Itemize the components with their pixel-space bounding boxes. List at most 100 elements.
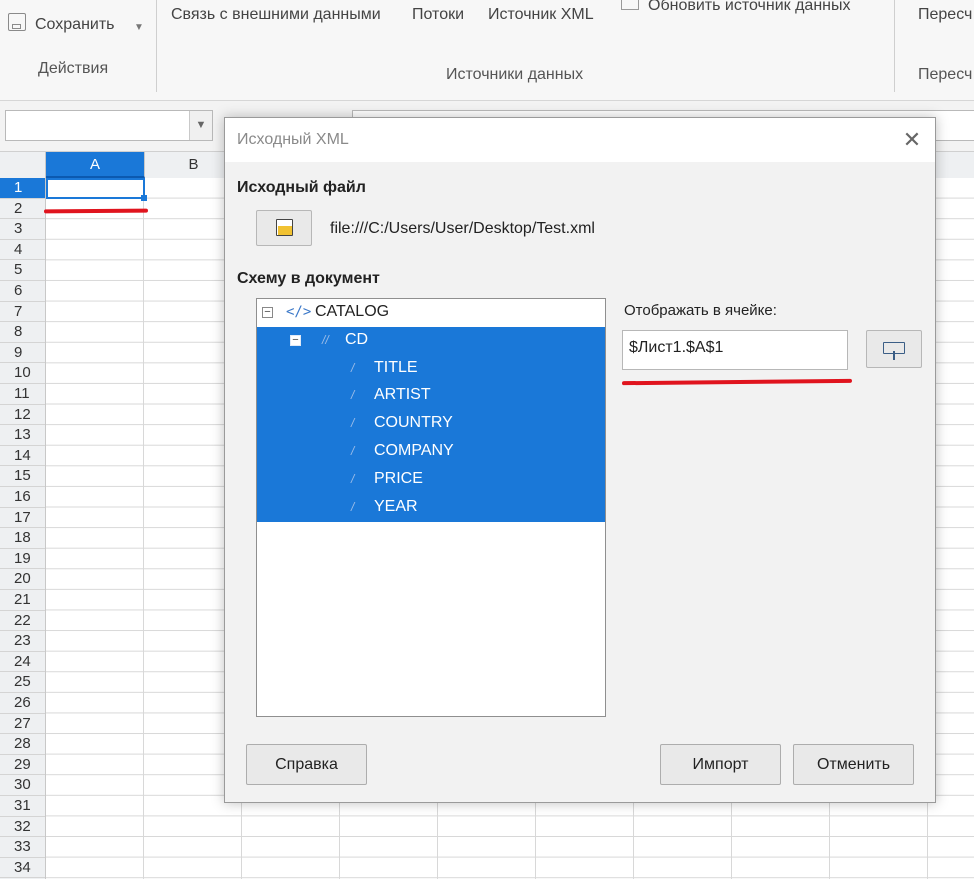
annotation-underline: [43, 208, 149, 214]
tree-node[interactable]: / PRICE: [257, 465, 605, 494]
row-header-column: 1 2 3 4 5 6 7 8 9 10 11 12 13 14 15 16 17 18 19 20 21 22 23 24 2…: [0, 178, 46, 879]
cancel-button[interactable]: Отменить: [793, 744, 914, 785]
selected-cell[interactable]: [46, 178, 145, 199]
chevron-down-icon[interactable]: ▼: [189, 111, 212, 140]
shrink-dialog-button[interactable]: [866, 330, 922, 368]
row-header[interactable]: 20: [0, 569, 45, 590]
save-icon[interactable]: [8, 13, 26, 31]
import-button[interactable]: Импорт: [660, 744, 781, 785]
row-header[interactable]: 8: [0, 322, 45, 343]
row-header[interactable]: 17: [0, 508, 45, 529]
tree-node-label: COMPANY: [374, 442, 454, 459]
row-header[interactable]: 1: [0, 178, 45, 199]
recalculate-group-label: Пересч: [918, 66, 973, 83]
tree-node[interactable]: − // CD: [257, 326, 605, 355]
row-header[interactable]: 5: [0, 260, 45, 281]
name-box[interactable]: ▼: [5, 110, 213, 141]
row-header[interactable]: 19: [0, 549, 45, 570]
row-header[interactable]: 3: [0, 219, 45, 240]
collapse-icon[interactable]: −: [290, 334, 301, 346]
close-button[interactable]: ✕: [889, 118, 935, 162]
select-all-corner[interactable]: [0, 152, 46, 178]
collapse-icon[interactable]: −: [262, 307, 273, 318]
column-header-a[interactable]: A: [46, 152, 145, 178]
schema-heading: Схему в документ: [237, 270, 380, 287]
row-header[interactable]: 29: [0, 755, 45, 776]
row-header[interactable]: 27: [0, 714, 45, 735]
tree-node-label: CD: [345, 330, 369, 348]
tree-node-label: TITLE: [374, 358, 418, 376]
map-to-cell-label: Отображать в ячейке:: [624, 302, 777, 319]
chevron-down-icon[interactable]: ▼: [134, 22, 144, 33]
source-file-heading: Исходный файл: [237, 179, 366, 196]
attribute-icon: /: [351, 388, 355, 403]
refresh-data-source-icon[interactable]: [621, 0, 639, 10]
tree-node-label: COUNTRY: [374, 414, 453, 432]
attribute-icon: /: [351, 471, 355, 486]
fill-handle[interactable]: [141, 195, 147, 201]
row-header[interactable]: 18: [0, 528, 45, 549]
xml-source-dialog: Исходный XML ✕ Исходный файл file:///C:/…: [224, 117, 936, 803]
source-file-path: file:///C:/Users/User/Desktop/Test.xml: [330, 220, 595, 237]
row-header[interactable]: 22: [0, 611, 45, 632]
row-header[interactable]: 13: [0, 425, 45, 446]
tree-node-label: PRICE: [374, 469, 423, 487]
streams-button[interactable]: Потоки: [412, 6, 464, 24]
shrink-icon: [883, 342, 905, 360]
row-header[interactable]: 9: [0, 343, 45, 364]
data-sources-group-label: Источники данных: [446, 66, 584, 83]
tree-node[interactable]: / YEAR: [257, 493, 605, 522]
row-header[interactable]: 31: [0, 796, 45, 817]
annotation-underline: [621, 378, 853, 386]
row-header[interactable]: 33: [0, 837, 45, 858]
browse-file-button[interactable]: [256, 210, 312, 246]
row-header[interactable]: 15: [0, 466, 45, 487]
attribute-icon: /: [351, 444, 355, 458]
row-header[interactable]: 30: [0, 775, 45, 796]
repeat-element-icon: //: [322, 332, 329, 347]
xml-source-button[interactable]: Источник XML: [488, 6, 594, 24]
row-header[interactable]: 34: [0, 858, 45, 879]
row-header[interactable]: 23: [0, 631, 45, 652]
tree-node-label: YEAR: [374, 497, 418, 515]
row-header[interactable]: 4: [0, 240, 45, 261]
attribute-icon: /: [351, 360, 355, 375]
ribbon-separator: [894, 0, 895, 92]
row-header[interactable]: 12: [0, 405, 45, 426]
ribbon: Сохранить ▼ Действия Связь с внешними да…: [0, 0, 974, 101]
row-header[interactable]: 32: [0, 817, 45, 838]
tree-node-label: ARTIST: [374, 386, 431, 404]
row-header[interactable]: 11: [0, 384, 45, 405]
element-icon: </>: [286, 304, 312, 320]
tree-node-label: CATALOG: [315, 303, 390, 320]
row-header[interactable]: 7: [0, 302, 45, 323]
row-header[interactable]: 25: [0, 672, 45, 693]
dialog-titlebar: Исходный XML ✕: [225, 118, 935, 162]
row-header[interactable]: 16: [0, 487, 45, 508]
row-header[interactable]: 10: [0, 363, 45, 384]
row-header[interactable]: 21: [0, 590, 45, 611]
row-header[interactable]: 6: [0, 281, 45, 302]
ribbon-separator: [156, 0, 157, 92]
tree-node[interactable]: / ARTIST: [257, 382, 605, 411]
help-button[interactable]: Справка: [246, 744, 367, 785]
dialog-title: Исходный XML: [237, 131, 349, 148]
tree-node[interactable]: − </> CATALOG: [257, 299, 605, 327]
row-header[interactable]: 24: [0, 652, 45, 673]
recalculate-button[interactable]: Пересч: [918, 6, 972, 24]
schema-tree[interactable]: − </> CATALOG −//CD / TITLE / ARTIST / COUNTRY / CO…: [256, 298, 606, 717]
external-links-button[interactable]: Связь с внешними данными: [171, 6, 381, 24]
row-header[interactable]: 28: [0, 734, 45, 755]
row-header[interactable]: 2: [0, 199, 45, 220]
row-header[interactable]: 26: [0, 693, 45, 714]
tree-node[interactable]: / TITLE: [257, 354, 605, 383]
tree-node[interactable]: / COMPANY: [257, 438, 605, 466]
attribute-icon: /: [351, 416, 355, 431]
map-to-cell-input[interactable]: $Лист1.$A$1: [622, 330, 848, 370]
row-header[interactable]: 14: [0, 446, 45, 467]
attribute-icon: /: [351, 499, 355, 514]
tree-node[interactable]: / COUNTRY: [257, 410, 605, 439]
open-folder-icon: [276, 219, 293, 236]
refresh-data-source-button[interactable]: Обновить источник данных: [648, 0, 850, 15]
save-button[interactable]: Сохранить: [35, 16, 115, 34]
